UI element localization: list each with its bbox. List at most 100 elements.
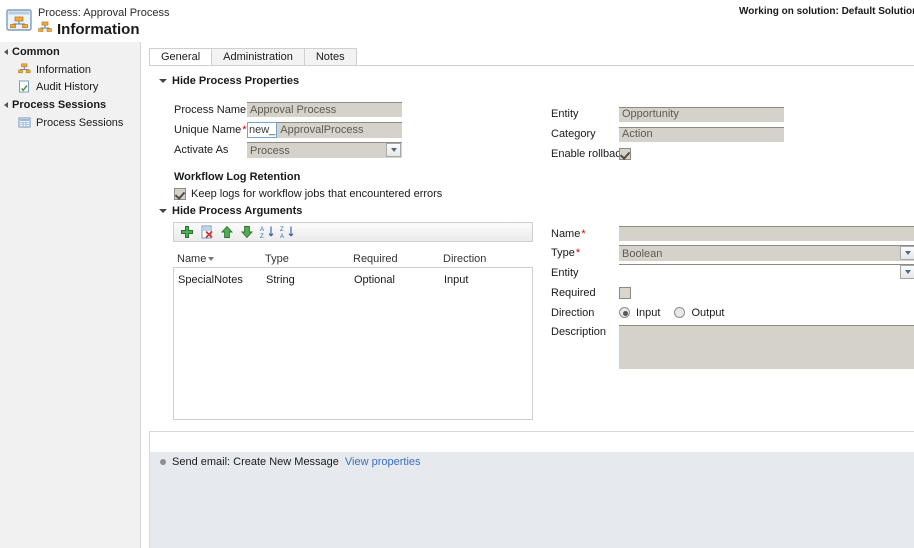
cell-name: SpecialNotes — [178, 273, 243, 286]
field-row-category: Category — [551, 124, 851, 144]
information-icon — [18, 63, 31, 76]
process-icon — [38, 21, 52, 38]
field-row-arg-direction: Direction Input Output — [551, 302, 914, 323]
field-row-arg-entity: Entity — [551, 263, 914, 283]
tab-underline — [149, 65, 914, 66]
arg-entity-label: Entity — [551, 267, 579, 279]
steps-panel-toolbar — [150, 432, 914, 452]
keep-logs-checkbox-row[interactable]: Keep logs for workflow jobs that encount… — [174, 188, 449, 200]
column-header-required[interactable]: Required — [353, 253, 443, 265]
direction-output-radio[interactable] — [674, 307, 686, 318]
nav-group-common[interactable]: Common — [0, 42, 140, 61]
column-header-direction[interactable]: Direction — [443, 253, 523, 265]
breadcrumb: Process: Approval Process — [38, 7, 170, 19]
audit-history-icon — [18, 80, 31, 93]
process-arguments-section-toggle[interactable]: Hide Process Arguments — [159, 205, 302, 217]
enable-rollback-wrap — [619, 148, 784, 161]
application-window: Process: Approval Process Information Wo… — [0, 0, 914, 548]
unique-name-input[interactable] — [277, 121, 402, 138]
arg-required-checkbox[interactable] — [619, 286, 631, 299]
arg-type-select-wrap: Boolean — [619, 245, 914, 261]
activate-as-value: Process — [247, 142, 402, 158]
arg-name-label-wrap: Name* — [551, 228, 619, 240]
keep-logs-label: Keep logs for workflow jobs that encount… — [191, 188, 443, 200]
entity-input-wrap — [619, 106, 784, 122]
expander-arrow-icon — [4, 102, 8, 108]
tab-notes[interactable]: Notes — [303, 48, 357, 66]
sort-za-icon[interactable]: Z A — [280, 225, 294, 240]
activate-as-select[interactable]: Process — [247, 142, 402, 158]
arg-description-textarea[interactable] — [619, 325, 914, 369]
step-label: Send email: Create New Message — [172, 456, 339, 468]
process-name-input[interactable] — [247, 102, 402, 117]
sidebar-item-audit-history[interactable]: Audit History — [0, 78, 140, 95]
page-header: Process: Approval Process Information Wo… — [0, 0, 914, 42]
workflow-log-retention-heading: Workflow Log Retention — [174, 171, 301, 183]
direction-output-label: Output — [691, 306, 725, 319]
enable-rollback-checkbox[interactable] — [619, 148, 631, 161]
svg-text:A: A — [280, 234, 284, 239]
arg-type-select[interactable]: Boolean — [619, 245, 914, 261]
sort-az-icon[interactable]: A Z — [260, 225, 274, 240]
entity-label: Entity — [551, 108, 579, 120]
unique-name-label: Unique Name — [174, 123, 242, 136]
nav-group-process-sessions[interactable]: Process Sessions — [0, 95, 140, 114]
field-row-arg-description: Description — [551, 325, 914, 372]
arguments-grid-header: Name Type Required Direction — [173, 250, 533, 268]
expander-arrow-icon — [4, 49, 8, 55]
category-input[interactable] — [619, 126, 784, 142]
view-properties-link[interactable]: View properties — [345, 456, 421, 468]
process-properties-right-column: Entity Category Enable rollback — [551, 104, 851, 164]
field-row-arg-required: Required — [551, 283, 914, 302]
process-properties-left-column: Process Name* Unique Name* new_ Activate… — [174, 100, 449, 200]
delete-document-icon[interactable] — [200, 225, 214, 239]
arg-name-label: Name — [551, 227, 581, 240]
chevron-down-icon[interactable] — [900, 264, 914, 279]
list-item[interactable]: Send email: Create New Message View prop… — [150, 452, 914, 468]
cell-direction: Input — [444, 273, 469, 286]
arg-type-label: Type — [551, 247, 575, 259]
arg-entity-value — [619, 263, 914, 280]
tab-general[interactable]: General — [149, 48, 213, 66]
green-up-arrow-icon[interactable] — [220, 225, 234, 239]
field-row-arg-type: Type* Boolean — [551, 243, 914, 263]
arg-entity-select[interactable] — [619, 263, 914, 280]
sidebar-item-process-sessions[interactable]: Process Sessions — [0, 114, 140, 131]
cell-required: Optional — [354, 273, 395, 286]
arg-type-label-wrap: Type* — [551, 247, 619, 259]
process-properties-section-toggle[interactable]: Hide Process Properties — [159, 75, 299, 87]
process-properties-section-label: Hide Process Properties — [172, 75, 300, 87]
page-title-row: Information — [38, 21, 140, 38]
keep-logs-checkbox[interactable] — [174, 188, 186, 200]
arg-name-input-wrap — [619, 226, 914, 241]
tab-administration[interactable]: Administration — [211, 48, 305, 66]
process-name-input-wrap — [247, 102, 402, 117]
process-name-label-wrap: Process Name* — [174, 104, 251, 116]
green-down-arrow-icon[interactable] — [240, 225, 254, 239]
arg-name-input[interactable] — [619, 226, 914, 241]
chevron-down-icon[interactable] — [900, 246, 914, 260]
green-plus-icon[interactable] — [180, 225, 194, 239]
required-marker: * — [575, 247, 581, 259]
field-row-enable-rollback: Enable rollback — [551, 144, 851, 164]
cell-type: String — [266, 273, 295, 286]
nav-group-common-label: Common — [12, 46, 60, 58]
unique-name-prefix: new_ — [247, 121, 278, 138]
field-row-process-name: Process Name* — [174, 100, 449, 119]
arg-direction-options: Input Output — [619, 307, 914, 319]
svg-text:A: A — [260, 227, 264, 233]
main-content: General Administration Notes Hide Proces… — [142, 42, 914, 548]
arguments-grid-body: SpecialNotes String Optional Input — [173, 267, 533, 420]
tab-bar: General Administration Notes — [149, 47, 357, 66]
column-header-type[interactable]: Type — [265, 253, 353, 265]
table-row[interactable]: SpecialNotes String Optional Input — [174, 271, 532, 288]
chevron-down-icon[interactable] — [386, 143, 401, 157]
entity-input[interactable] — [619, 106, 784, 122]
direction-input-radio[interactable] — [619, 307, 630, 318]
arg-description-wrap — [619, 325, 914, 372]
column-header-name[interactable]: Name — [177, 253, 265, 265]
category-label: Category — [551, 128, 596, 140]
sidebar-item-information[interactable]: Information — [0, 61, 140, 78]
svg-text:Z: Z — [260, 234, 264, 239]
sidebar-item-audit-history-label: Audit History — [36, 80, 99, 93]
